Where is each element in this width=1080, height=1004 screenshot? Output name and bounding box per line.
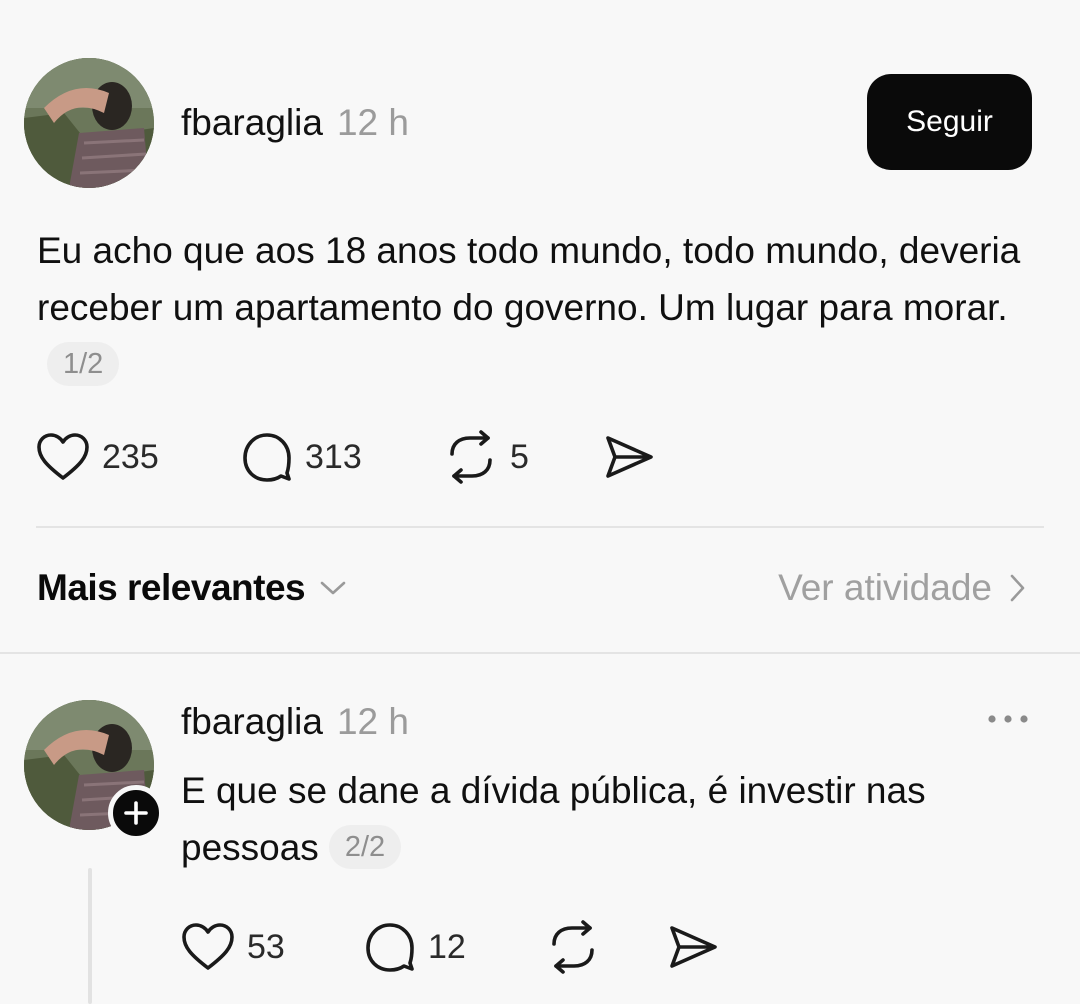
reply-like-button[interactable]: 53 (181, 922, 364, 972)
post-username[interactable]: fbaraglia (181, 101, 323, 145)
like-button[interactable]: 235 (36, 432, 241, 482)
comment-bubble-icon (243, 433, 291, 482)
chevron-right-icon (1010, 574, 1025, 602)
post-page-indicator: 1/2 (47, 342, 120, 386)
share-button[interactable] (604, 434, 654, 480)
section-divider (0, 652, 1080, 654)
reply-author-line: fbaraglia 12 h (181, 700, 409, 744)
post-actions: 235 313 5 (36, 430, 654, 484)
sort-dropdown[interactable]: Mais relevantes (37, 567, 347, 609)
reply-text: E que se dane a dívida pública, é invest… (181, 770, 926, 868)
view-activity-link[interactable]: Ver atividade (778, 567, 1026, 609)
post-body: Eu acho que aos 18 anos todo mundo, todo… (37, 222, 1047, 393)
repost-count: 5 (510, 437, 529, 476)
heart-icon (37, 433, 89, 480)
repost-button[interactable]: 5 (444, 430, 604, 484)
reply-comment-button[interactable]: 12 (364, 921, 546, 973)
heart-icon (182, 923, 234, 970)
more-dots-icon (988, 715, 1028, 723)
activity-label: Ver atividade (778, 567, 992, 608)
follow-button[interactable]: Seguir (867, 74, 1032, 170)
share-send-icon (670, 926, 717, 968)
reply-comment-count: 12 (428, 927, 466, 966)
reply-share-button[interactable] (668, 924, 718, 970)
share-send-icon (606, 436, 653, 478)
actions-divider (36, 526, 1044, 528)
post-author-line: fbaraglia 12 h (181, 101, 409, 145)
follow-plus-badge[interactable] (108, 785, 164, 841)
plus-icon (124, 801, 148, 825)
post-timestamp: 12 h (336, 102, 409, 143)
reply-like-count: 53 (247, 927, 285, 966)
like-count: 235 (102, 437, 159, 476)
thread-connector-line (88, 868, 92, 1004)
thread-view: fbaraglia 12 h Seguir Eu acho que aos 18… (0, 0, 1080, 1004)
post-author-avatar[interactable] (24, 58, 154, 188)
repost-icon (450, 430, 492, 484)
more-options-button[interactable] (986, 712, 1030, 731)
comment-bubble-icon (366, 923, 414, 972)
chevron-down-icon (320, 581, 346, 595)
reply-timestamp: 12 h (336, 701, 409, 742)
reply-repost-button[interactable] (546, 920, 668, 974)
reply-page-indicator: 2/2 (328, 825, 402, 869)
post-text: Eu acho que aos 18 anos todo mundo, todo… (37, 230, 1021, 328)
reply-actions: 53 12 (181, 920, 718, 974)
repost-icon (552, 920, 594, 974)
sort-label: Mais relevantes (37, 567, 306, 608)
reply-body: E que se dane a dívida pública, é invest… (181, 762, 1041, 876)
comment-button[interactable]: 313 (241, 431, 444, 483)
reply-username[interactable]: fbaraglia (181, 700, 323, 744)
comment-count: 313 (305, 437, 362, 476)
